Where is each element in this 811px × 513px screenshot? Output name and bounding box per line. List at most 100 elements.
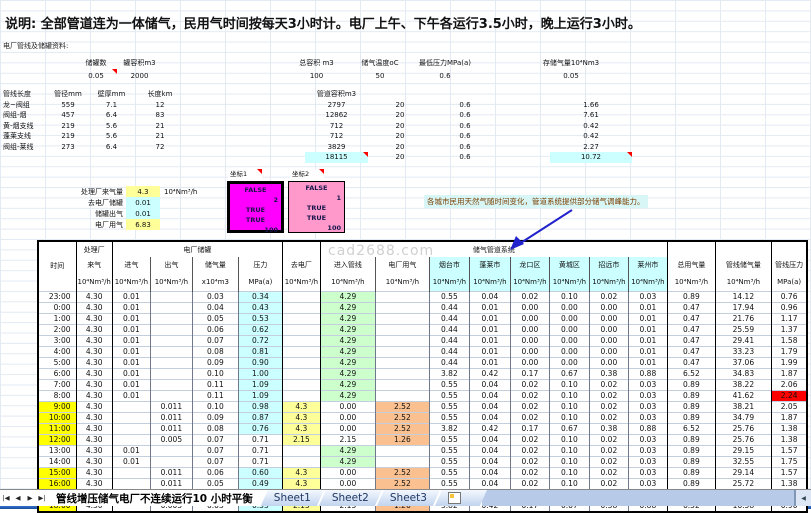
cell[interactable]: 0.02 [589,456,628,467]
column-header[interactable]: 电厂储罐 [112,241,282,257]
cell[interactable]: 2.24 [771,390,807,401]
cell[interactable]: 0.10 [549,478,589,489]
cell[interactable]: 储气温度oC [348,56,412,69]
cell[interactable]: 4:00 [38,346,76,357]
cell[interactable]: 0.55 [429,412,469,423]
cell[interactable]: 1.79 [771,346,807,357]
column-header[interactable]: 10⁴Nm³/h [320,273,375,291]
cell[interactable]: 4.30 [76,456,112,467]
cell[interactable]: 4.30 [76,346,112,357]
cell[interactable]: 0.96 [771,302,807,313]
cell[interactable]: 0.10 [549,390,589,401]
cell[interactable]: 4.29 [320,313,375,324]
cell[interactable]: 0.89 [667,467,715,478]
cell[interactable]: 黄-烟支线 [2,121,48,132]
cell[interactable]: 41.62 [715,390,771,401]
cell[interactable]: 0.00 [549,302,589,313]
cell[interactable]: 0.05 [192,478,238,489]
cell[interactable] [112,401,150,412]
cell[interactable]: 0.47 [667,346,715,357]
cell[interactable]: 4.30 [76,467,112,478]
cell[interactable]: 0.05 [530,69,612,82]
cell[interactable] [478,56,530,69]
cell[interactable]: 0.10 [549,412,589,423]
cell[interactable] [162,56,285,69]
cell[interactable]: 0.07 [192,445,238,456]
cell[interactable]: 0.55 [429,401,469,412]
cell[interactable] [185,131,305,142]
cell[interactable]: 4.30 [76,401,112,412]
column-header[interactable]: 10⁴Nm³/h [76,273,112,291]
cell[interactable] [160,219,224,230]
cell[interactable]: 33.23 [715,346,771,357]
cell[interactable]: 0.17 [510,423,549,434]
cell[interactable]: 712 [305,131,368,142]
cell[interactable]: 0.04 [469,390,510,401]
tab-sheet2[interactable]: Sheet2 [319,490,382,506]
cell[interactable]: 4.30 [76,357,112,368]
column-header[interactable]: 10⁴Nm³/h [375,273,429,291]
cell[interactable]: 0.02 [510,390,549,401]
cell[interactable]: 0.01 [112,313,150,324]
column-header[interactable]: 黄城区 [549,257,589,273]
cell[interactable]: 0.00 [510,357,549,368]
column-header[interactable]: 10⁴Nm³/h [112,273,150,291]
cell[interactable]: 2:00 [38,324,76,335]
cell[interactable]: 0.01 [628,313,667,324]
cell[interactable]: 0.10 [549,467,589,478]
cell[interactable]: 1.57 [771,445,807,456]
cell[interactable]: 1.38 [771,478,807,489]
cell[interactable]: 0.00 [589,346,628,357]
cell[interactable]: 0.6 [432,131,498,142]
cell[interactable] [150,346,192,357]
column-header[interactable]: 烟台市 [429,257,469,273]
cell[interactable]: 0.00 [549,313,589,324]
cell[interactable]: 21 [135,131,185,142]
cell[interactable]: 25.76 [715,423,771,434]
cell[interactable]: 6.52 [667,368,715,379]
cell[interactable]: 15:00 [38,467,76,478]
cell[interactable] [375,291,429,302]
cell[interactable]: 20 [368,142,432,153]
cell[interactable]: 1.26 [375,434,429,445]
cell[interactable]: 0.00 [320,467,375,478]
cell[interactable]: 0.011 [150,467,192,478]
cell[interactable]: 0.02 [510,412,549,423]
cell[interactable]: 0.02 [510,467,549,478]
cell[interactable]: 5.6 [88,131,135,142]
cell[interactable]: 4.29 [320,445,375,456]
cell[interactable]: 0.71 [238,445,282,456]
cell[interactable]: 4.29 [320,302,375,313]
cell[interactable] [498,110,550,121]
cell[interactable]: 0.47 [667,357,715,368]
cell[interactable] [282,346,320,357]
cell[interactable]: 0.02 [510,478,549,489]
cell[interactable]: 4.30 [76,302,112,313]
column-header[interactable]: MPa(a) [771,273,807,291]
cell[interactable]: 14.12 [715,291,771,302]
cell[interactable]: 0.04 [469,478,510,489]
cell[interactable]: 0.03 [628,401,667,412]
cell[interactable] [498,100,550,111]
cell[interactable] [368,89,432,100]
cell[interactable]: 0.00 [549,335,589,346]
cell[interactable]: 0.6 [432,110,498,121]
cell[interactable]: 0.42 [550,131,632,142]
cell[interactable]: 0.01 [469,357,510,368]
cell[interactable]: 0.89 [667,434,715,445]
cell[interactable]: 4.30 [76,445,112,456]
cell[interactable]: 1.58 [771,335,807,346]
cell[interactable]: 2.52 [375,423,429,434]
cell[interactable]: 4.29 [320,379,375,390]
cell[interactable]: 23:00 [38,291,76,302]
cell[interactable]: 0.01 [469,335,510,346]
cell[interactable]: 0.01 [112,456,150,467]
cell[interactable]: 2.15 [282,434,320,445]
cell[interactable]: 0.01 [112,346,150,357]
cell[interactable]: 0.6 [412,69,478,82]
cell[interactable]: 0.02 [510,291,549,302]
cell[interactable] [282,390,320,401]
cell[interactable]: 14:00 [38,456,76,467]
cell[interactable]: 10:00 [38,412,76,423]
cell[interactable] [282,379,320,390]
